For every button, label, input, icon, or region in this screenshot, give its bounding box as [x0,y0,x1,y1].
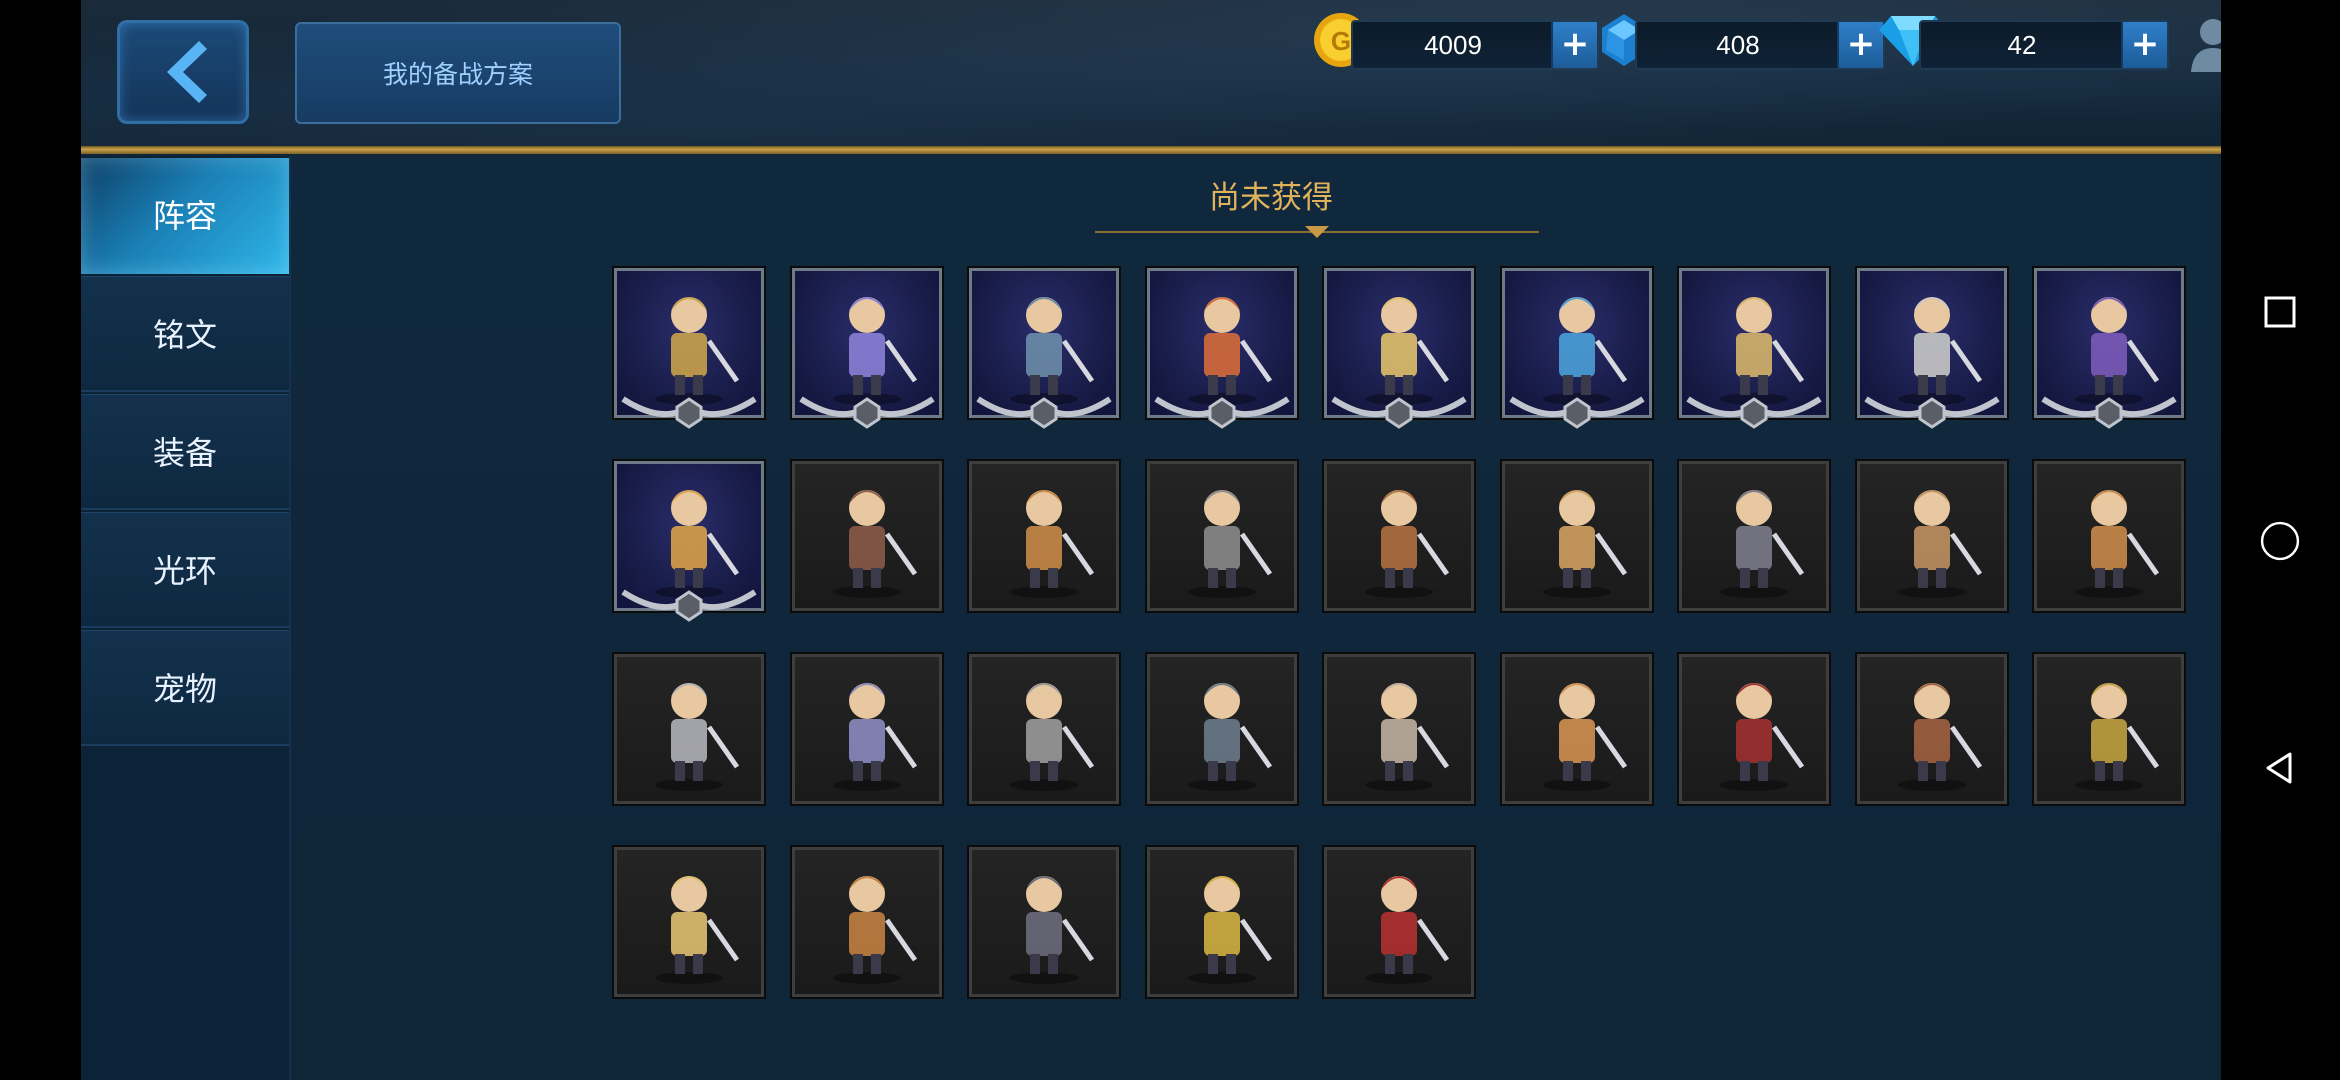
crystal-value: 408 [1716,30,1760,60]
hero-sprite-icon [2075,490,2160,598]
hero-sprite-icon [832,490,917,598]
hero-portrait[interactable] [791,654,942,804]
hero-portrait[interactable] [1146,461,1297,611]
hero-portrait[interactable] [1324,461,1474,611]
hero-sprite-icon [1542,683,1627,791]
gold-value: 4009 [1424,30,1482,60]
hero-sprite-icon [1010,876,1095,984]
hero-portrait[interactable] [614,268,764,429]
hero-portrait[interactable] [969,847,1119,997]
hero-sprite-icon [832,876,917,984]
hero-sprite-icon [1542,490,1627,598]
hero-sprite-icon [1365,490,1450,598]
section-title: 尚未获得 [1209,180,1333,216]
hero-portrait[interactable] [614,847,764,997]
back-arrow-icon [167,41,207,103]
diamond-counter: 42 + [1919,20,2169,70]
hero-portrait[interactable] [614,461,764,622]
hero-panel: 尚未获得 [291,156,2221,1080]
hero-sprite-icon [1365,876,1450,984]
tab-aura-label: 光环 [152,552,217,590]
hero-portrait[interactable] [1856,268,2007,429]
owned-laurel-icon [1331,396,1467,429]
back-button[interactable] [117,20,249,124]
hero-sprite-icon [1897,683,1982,791]
hero-portrait[interactable] [1679,461,1829,611]
hero-portrait[interactable] [969,268,1119,429]
owned-laurel-icon [1686,396,1822,429]
tab-inscription[interactable]: 铭文 [81,276,289,392]
hero-portrait[interactable] [614,654,764,804]
hero-portrait[interactable] [2034,268,2184,429]
tab-equipment[interactable]: 装备 [81,394,289,510]
hero-portrait[interactable] [1501,268,1652,429]
add-diamond-button[interactable]: + [2121,22,2167,68]
hero-portrait[interactable] [1324,847,1474,997]
svg-text:G: G [1331,26,1351,56]
owned-laurel-icon [1153,396,1290,429]
title-ornament [1095,226,1539,238]
tab-aura[interactable]: 光环 [81,512,289,628]
hero-portrait[interactable] [1501,461,1652,611]
top-divider [81,146,2221,154]
tab-lineup-label: 阵容 [152,197,217,235]
hero-sprite-icon [1187,683,1272,791]
hero-sprite-icon [1187,876,1272,984]
hero-portrait[interactable] [969,654,1119,804]
hero-sprite-icon [2075,683,2160,791]
hero-portrait[interactable] [1146,847,1297,997]
hero-portrait[interactable] [1679,654,1829,804]
hero-portrait[interactable] [791,461,942,611]
recent-apps-icon[interactable] [2258,290,2302,334]
hero-sprite-icon [655,683,740,791]
tab-lineup[interactable]: 阵容 [81,158,289,274]
hero-sprite-icon [1720,683,1805,791]
owned-laurel-icon [621,589,757,622]
battle-plan-label: 我的备战方案 [382,60,533,89]
hero-sprite-icon [1187,490,1272,598]
hero-sprite-icon [1365,683,1450,791]
owned-laurel-icon [1508,396,1645,429]
hero-portrait[interactable] [1501,654,1652,804]
owned-laurel-icon [798,396,935,429]
hero-portrait[interactable] [1146,654,1297,804]
sidebar: 阵容 铭文 装备 光环 宠物 [81,156,291,1080]
add-gold-button[interactable]: + [1551,22,1597,68]
crystal-counter: 408 + [1635,20,1885,70]
hero-sprite-icon [1720,490,1805,598]
hero-portrait[interactable] [791,268,942,429]
hero-portrait[interactable] [1324,268,1474,429]
hero-sprite-icon [1897,490,1982,598]
hero-portrait[interactable] [969,461,1119,611]
home-icon[interactable] [2258,514,2302,568]
hero-portrait[interactable] [1146,268,1297,429]
hero-sprite-icon [655,876,740,984]
tab-equipment-label: 装备 [152,434,217,472]
hero-sprite-icon [1010,683,1095,791]
hero-portrait[interactable] [1856,654,2007,804]
tab-pet-label: 宠物 [152,670,217,708]
hero-portrait[interactable] [2034,461,2184,611]
owned-laurel-icon [2041,396,2177,429]
owned-laurel-icon [1863,396,2000,429]
hero-sprite-icon [832,683,917,791]
profile-icon[interactable] [2187,16,2221,72]
owned-laurel-icon [621,396,757,429]
diamond-value: 42 [2007,30,2037,60]
back-nav-icon[interactable] [2258,746,2302,790]
owned-laurel-icon [976,396,1112,429]
hero-portrait[interactable] [1679,268,1829,429]
hero-portrait[interactable] [1856,461,2007,611]
battle-plan-button[interactable]: 我的备战方案 [295,22,621,124]
hero-portrait[interactable] [1324,654,1474,804]
hero-portrait[interactable] [2034,654,2184,804]
tab-pet[interactable]: 宠物 [81,630,289,746]
hero-sprite-icon [1010,490,1095,598]
gold-counter: 4009 + [1351,20,1599,70]
tab-inscription-label: 铭文 [152,316,217,354]
hero-portrait[interactable] [791,847,942,997]
